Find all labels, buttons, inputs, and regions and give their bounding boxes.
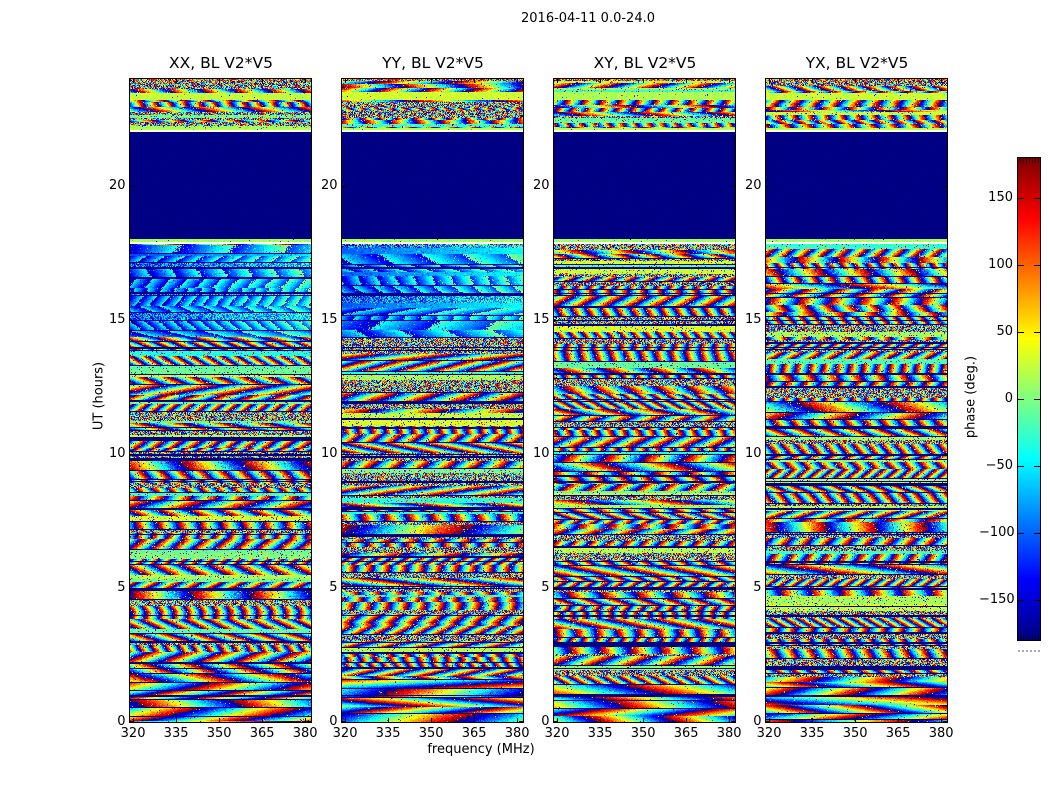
y-tick-label: 5 — [541, 580, 550, 596]
panel-title-xy: XY, BL V2*V5 — [593, 54, 697, 72]
y-tick-label: 15 — [744, 312, 762, 328]
x-axis-label: frequency (MHz) — [427, 742, 535, 757]
phase-waterfall-figure: 2016-04-11 0.0-24.0 frequency (MHz) UT (… — [0, 0, 1050, 800]
x-tick-label: 335 — [799, 726, 825, 741]
x-tick-label: 350 — [842, 726, 868, 741]
panel-title-xx: XX, BL V2*V5 — [169, 54, 273, 72]
figure-title: 2016-04-11 0.0-24.0 — [521, 11, 655, 26]
x-tick-label: 320 — [544, 726, 570, 741]
y-tick-label: 15 — [320, 312, 338, 328]
y-tick-label: 5 — [753, 580, 762, 596]
y-tick-label: 15 — [532, 312, 550, 328]
colorbar-tick-label: −150 — [979, 591, 1015, 607]
x-tick-label: 365 — [885, 726, 911, 741]
y-tick-label: 10 — [744, 446, 762, 462]
colorbar-tick-label: 0 — [1004, 391, 1013, 406]
colorbar-canvas — [1018, 158, 1040, 640]
colorbar-tick-label: −50 — [985, 457, 1013, 473]
panel-title-yy: YY, BL V2*V5 — [382, 54, 484, 72]
y-tick-label: 10 — [320, 446, 338, 462]
colorbar-edge-dashes — [1018, 650, 1041, 652]
y-tick-label: 20 — [744, 178, 762, 194]
panel-title-yx: YX, BL V2*V5 — [805, 54, 909, 72]
heatmap-canvas-yy — [341, 78, 524, 723]
x-tick-label: 335 — [587, 726, 613, 741]
x-tick-label: 380 — [928, 726, 954, 741]
y-axis-label: UT (hours) — [91, 361, 107, 431]
colorbar — [1017, 157, 1041, 641]
x-tick-label: 365 — [249, 726, 275, 741]
colorbar-tick-label: −100 — [979, 524, 1015, 540]
heatmap-canvas-xy — [553, 78, 736, 723]
x-tick-label: 350 — [418, 726, 444, 741]
x-tick-label: 335 — [163, 726, 189, 741]
y-tick-label: 20 — [320, 178, 338, 194]
x-tick-label: 350 — [206, 726, 232, 741]
y-tick-label: 10 — [532, 446, 550, 462]
colorbar-tick-label: 50 — [996, 324, 1013, 340]
colorbar-label: phase (deg.) — [963, 355, 979, 439]
heatmap-canvas-xx — [129, 78, 312, 723]
x-tick-label: 320 — [756, 726, 782, 741]
x-tick-label: 335 — [375, 726, 401, 741]
x-tick-label: 365 — [461, 726, 487, 741]
colorbar-tick-label: 100 — [988, 257, 1013, 273]
y-tick-label: 10 — [108, 446, 126, 462]
x-tick-label: 350 — [630, 726, 656, 741]
heatmap-canvas-yx — [765, 78, 948, 723]
x-tick-label: 320 — [332, 726, 358, 741]
x-tick-label: 365 — [673, 726, 699, 741]
colorbar-tick-label: 150 — [988, 190, 1013, 206]
y-tick-label: 5 — [117, 580, 126, 596]
y-tick-label: 20 — [532, 178, 550, 194]
y-tick-label: 15 — [108, 312, 126, 328]
x-tick-label: 320 — [120, 726, 146, 741]
y-tick-label: 20 — [108, 178, 126, 194]
y-tick-label: 5 — [329, 580, 338, 596]
